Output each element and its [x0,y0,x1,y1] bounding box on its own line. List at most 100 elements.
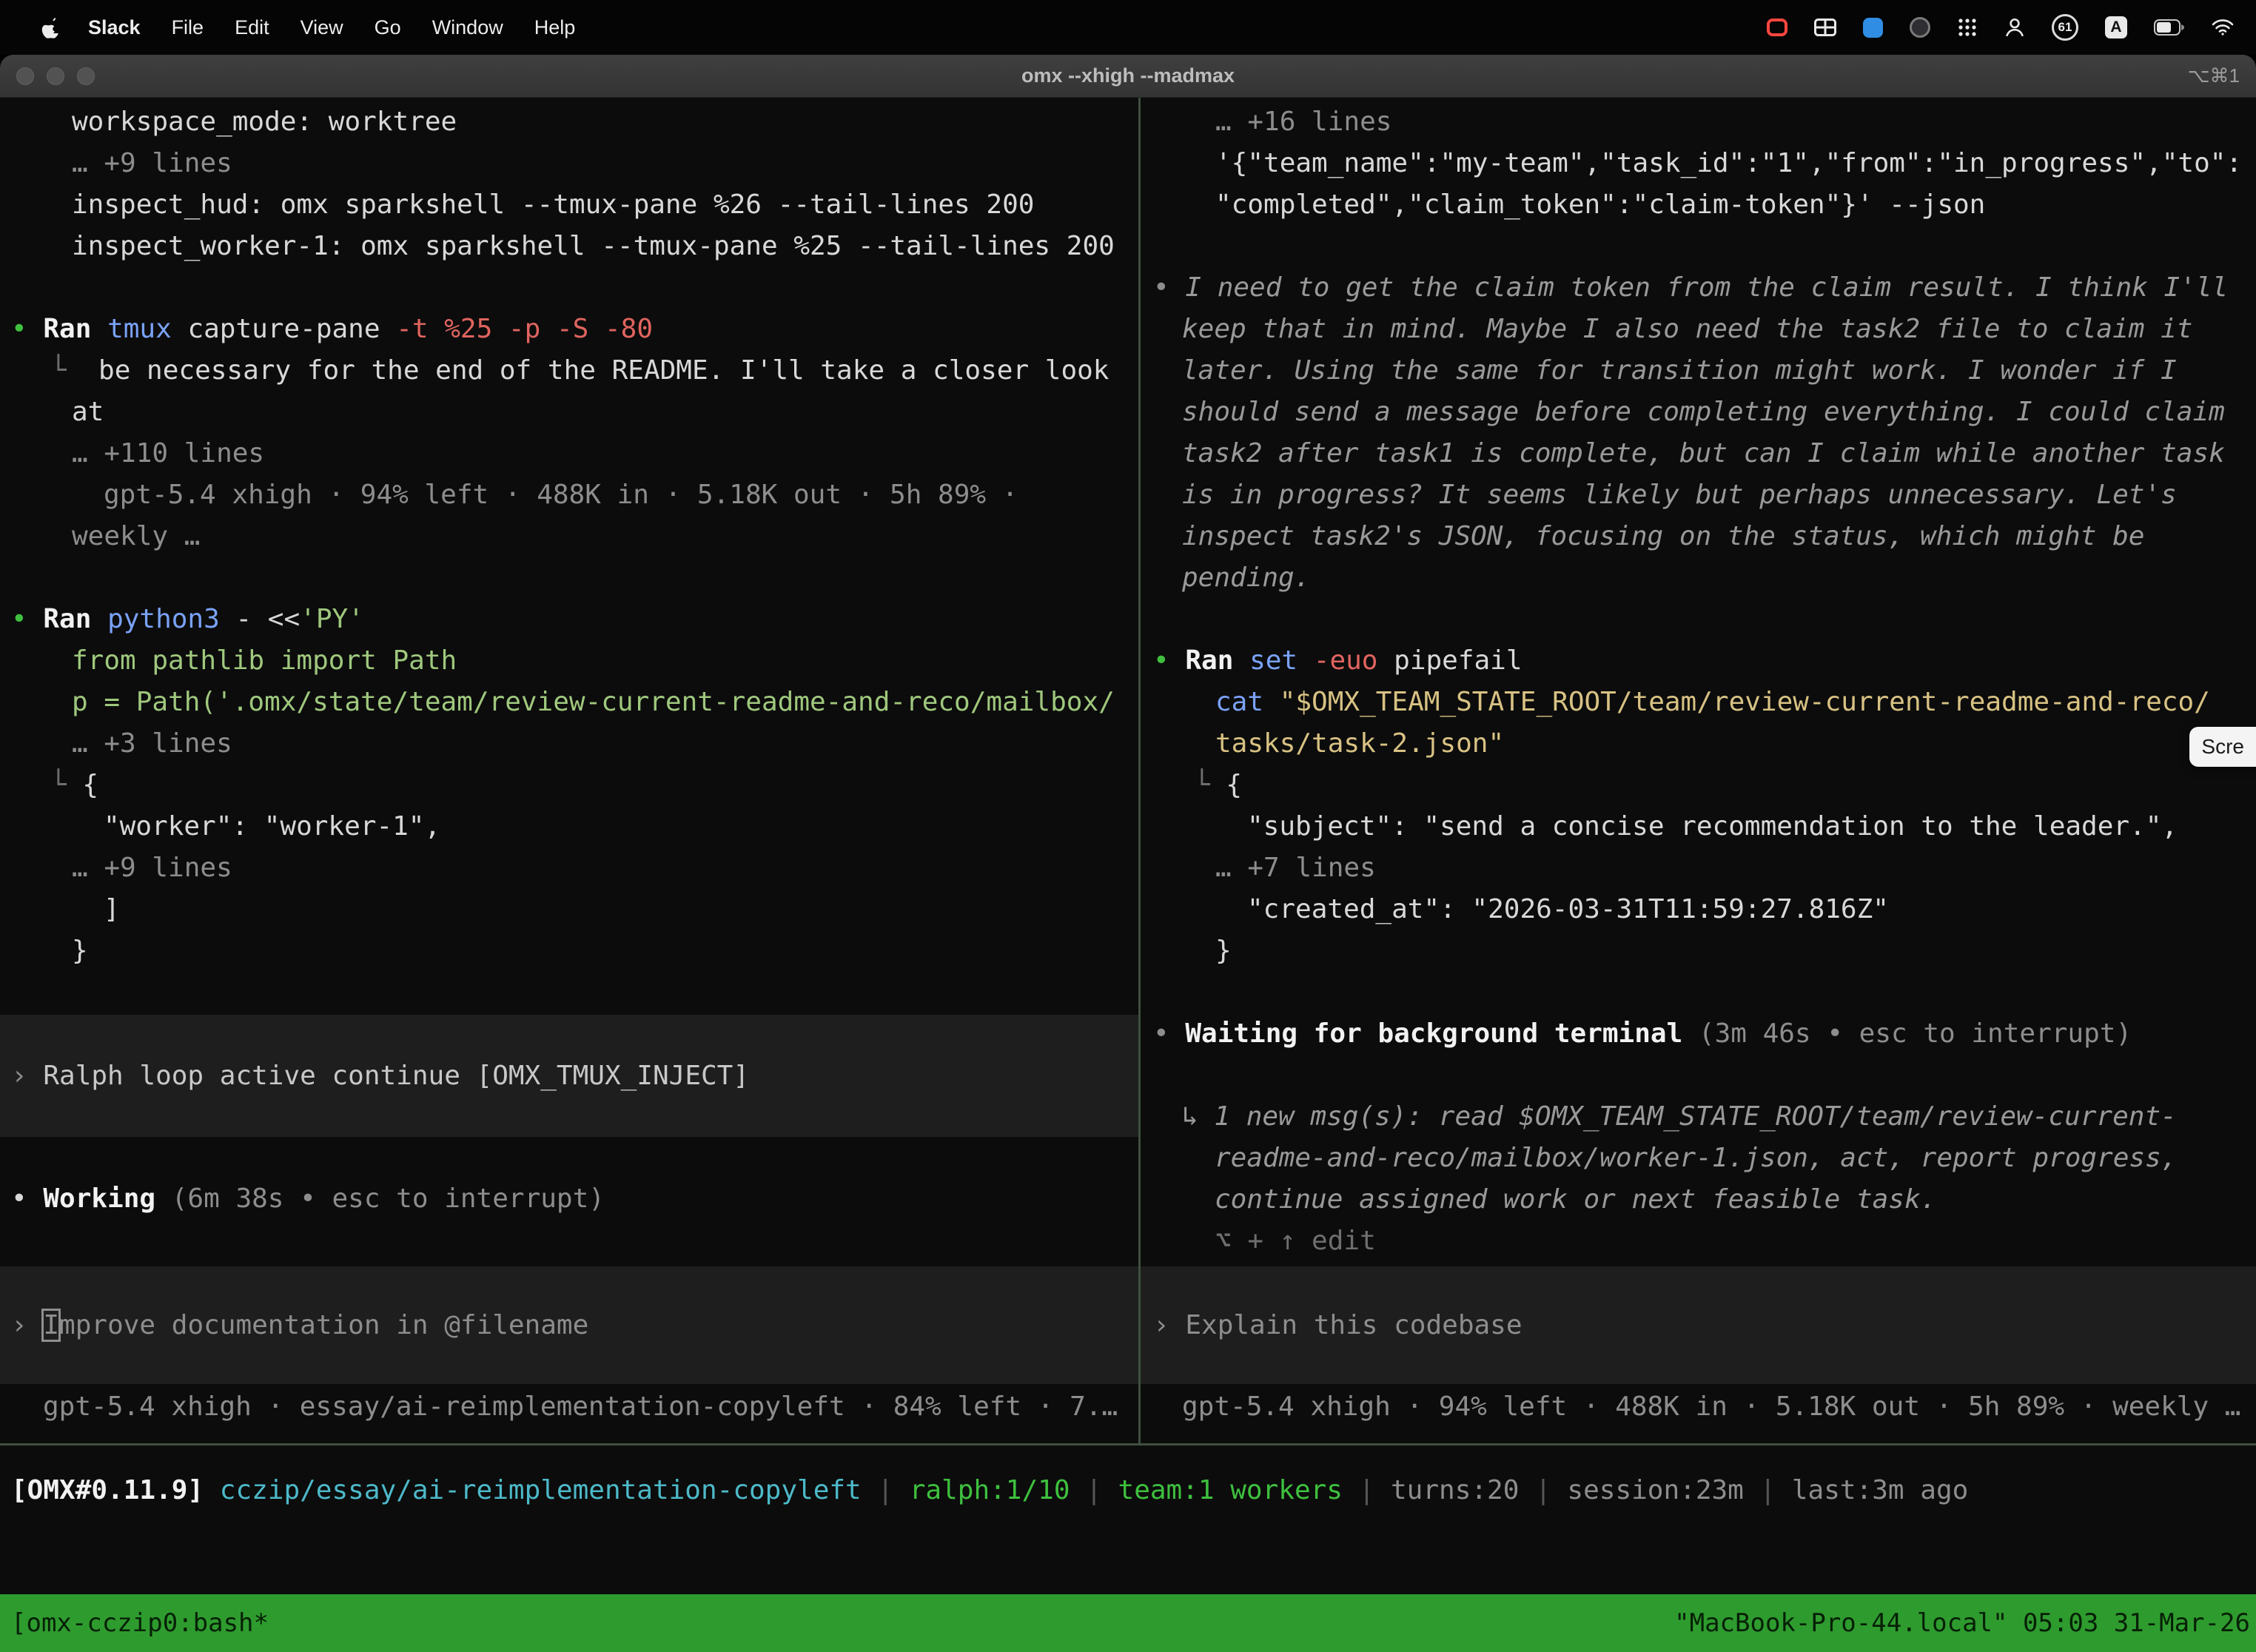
pane-divider-horizontal [0,1443,2256,1446]
terminal-line: '{"team_name":"my-team","task_id":"1","f… [1141,143,2256,184]
dots-grid-icon[interactable] [1957,17,1978,38]
pane-left[interactable]: workspace_mode: worktree… +9 linesinspec… [0,98,1138,1443]
terminal-line: inspect_hud: omx sparkshell --tmux-pane … [0,184,1138,226]
window-grid-icon[interactable] [1814,19,1836,36]
window-shortcut-label: ⌥⌘1 [2188,64,2240,87]
dark-circle-icon[interactable] [1910,17,1930,38]
prompt-input-left[interactable]: › Improve documentation in @filename [0,1266,1138,1384]
terminal-line: should send a message before completing … [1141,392,2256,433]
menu-edit[interactable]: Edit [219,16,285,39]
terminal-line: … +110 lines [0,433,1138,474]
terminal-line: └ be necessary for the end of the README… [0,350,1138,392]
screen: Slack File Edit View Go Window Help [0,0,2256,1652]
battery-percent-label: 61 [2058,20,2072,35]
terminal-line: "subject": "send a concise recommendatio… [1141,806,2256,847]
menu-app-name[interactable]: Slack [73,16,156,39]
terminal-line: "worker": "worker-1", [0,806,1138,847]
inject-line: › Ralph loop active continue [OMX_TMUX_I… [0,1055,749,1097]
terminal-line: pending. [1141,557,2256,599]
terminal-line: } [0,930,1138,972]
terminal-line: ↳ 1 new msg(s): read $OMX_TEAM_STATE_ROO… [1141,1096,2256,1138]
prompt-placeholder-left: › Improve documentation in @filename [0,1305,588,1346]
pane-right-scrollback: … +16 lines'{"team_name":"my-team","task… [1141,98,2256,1262]
terminal-line: • Waiting for background terminal (3m 46… [1141,1013,2256,1055]
terminal-line: tasks/task-2.json" [1141,723,2256,765]
menu-bar-status-icons: 61 A [1767,14,2234,41]
pane-left-scrollback: workspace_mode: worktree… +9 linesinspec… [0,98,1138,972]
terminal-line: workspace_mode: worktree [0,101,1138,143]
minimize-button[interactable] [47,67,64,85]
terminal-line: ] [0,889,1138,930]
menu-file[interactable]: File [156,16,220,39]
screen-share-badge[interactable]: Scre [2189,727,2256,767]
terminal-line: at [0,392,1138,433]
terminal-line [1141,599,2256,640]
wifi-icon[interactable] [2212,19,2234,36]
window-titlebar: omx --xhigh --madmax ⌥⌘1 [0,55,2256,98]
menu-window[interactable]: Window [417,16,519,39]
terminal-line: gpt-5.4 xhigh · 94% left · 488K in · 5.1… [0,474,1138,516]
model-status-right: gpt-5.4 xhigh · 94% left · 488K in · 5.1… [1182,1386,2240,1428]
prompt-input-right[interactable]: › Explain this codebase [1141,1266,2256,1384]
terminal-line: cat "$OMX_TEAM_STATE_ROOT/team/review-cu… [1141,682,2256,723]
inject-banner: › Ralph loop active continue [OMX_TMUX_I… [0,1015,1138,1137]
ghost-icon[interactable] [2004,17,2025,38]
input-source-label: A [2110,19,2121,36]
terminal-line: └ { [1141,765,2256,806]
terminal-line: "completed","claim_token":"claim-token"}… [1141,184,2256,226]
terminal-line: "created_at": "2026-03-31T11:59:27.816Z" [1141,889,2256,930]
battery-circle-icon[interactable]: 61 [2052,14,2078,41]
menu-help[interactable]: Help [519,16,591,39]
battery-icon[interactable] [2154,19,2185,36]
terminal-line: keep that in mind. Maybe I also need the… [1141,309,2256,350]
prompt-placeholder-right: › Explain this codebase [1141,1305,1523,1346]
terminal-line: • Ran python3 - <<'PY' [0,599,1138,640]
terminal-line [1141,1055,2256,1096]
tmux-host-clock-label: "MacBook-Pro-44.local" 05:03 31-Mar-26 [1674,1602,2256,1644]
tmux-session-label: [omx-cczip0:bash* [0,1602,269,1644]
pane-divider-vertical[interactable] [1138,98,1141,1443]
traffic-lights [16,67,95,85]
omx-status-bar: [OMX#0.11.9] cczip/essay/ai-reimplementa… [11,1470,1968,1511]
screen-record-icon[interactable] [1767,19,1787,36]
terminal-line: └ { [0,765,1138,806]
terminal-line: … +7 lines [1141,847,2256,889]
apple-menu[interactable] [30,16,73,38]
terminal-line: … +16 lines [1141,101,2256,143]
menu-go[interactable]: Go [359,16,417,39]
window-title: omx --xhigh --madmax [0,64,2256,87]
terminal-line [0,267,1138,309]
menu-bar: Slack File Edit View Go Window Help [0,0,2256,55]
terminal-line [1141,972,2256,1013]
terminal-line: } [1141,930,2256,972]
terminal-window: omx --xhigh --madmax ⌥⌘1 workspace_mode:… [0,55,2256,1652]
close-button[interactable] [16,67,34,85]
blue-app-icon[interactable] [1863,18,1883,38]
model-status-left: gpt-5.4 xhigh · essay/ai-reimplementatio… [43,1386,1118,1428]
input-source-icon[interactable]: A [2105,16,2127,38]
apple-icon [41,16,61,38]
terminal-line: • Ran set -euo pipefail [1141,640,2256,682]
terminal-line: ⌥ + ↑ edit [1141,1220,2256,1262]
terminal-line: • Ran tmux capture-pane -t %25 -p -S -80 [0,309,1138,350]
terminal-line: from pathlib import Path [0,640,1138,682]
menu-view[interactable]: View [285,16,359,39]
terminal-line: later. Using the same for transition mig… [1141,350,2256,392]
tmux-status-bar: [omx-cczip0:bash* "MacBook-Pro-44.local"… [0,1594,2256,1652]
terminal-line: • I need to get the claim token from the… [1141,267,2256,309]
terminal-line: … +3 lines [0,723,1138,765]
zoom-button[interactable] [77,67,95,85]
terminal-line: … +9 lines [0,847,1138,889]
working-status-line: • Working (6m 38s • esc to interrupt) [11,1178,605,1220]
terminal-line [1141,226,2256,267]
terminal-line: readme-and-reco/mailbox/worker-1.json, a… [1141,1138,2256,1179]
terminal-line: … +9 lines [0,143,1138,184]
terminal-line: task2 after task1 is complete, but can I… [1141,433,2256,474]
terminal-line: inspect task2's JSON, focusing on the st… [1141,516,2256,557]
terminal-line: continue assigned work or next feasible … [1141,1179,2256,1220]
terminal-line: inspect_worker-1: omx sparkshell --tmux-… [0,226,1138,267]
terminal-line: is in progress? It seems likely but perh… [1141,474,2256,516]
terminal-line [0,557,1138,599]
terminal-line: p = Path('.omx/state/team/review-current… [0,682,1138,723]
pane-right[interactable]: … +16 lines'{"team_name":"my-team","task… [1141,98,2256,1443]
